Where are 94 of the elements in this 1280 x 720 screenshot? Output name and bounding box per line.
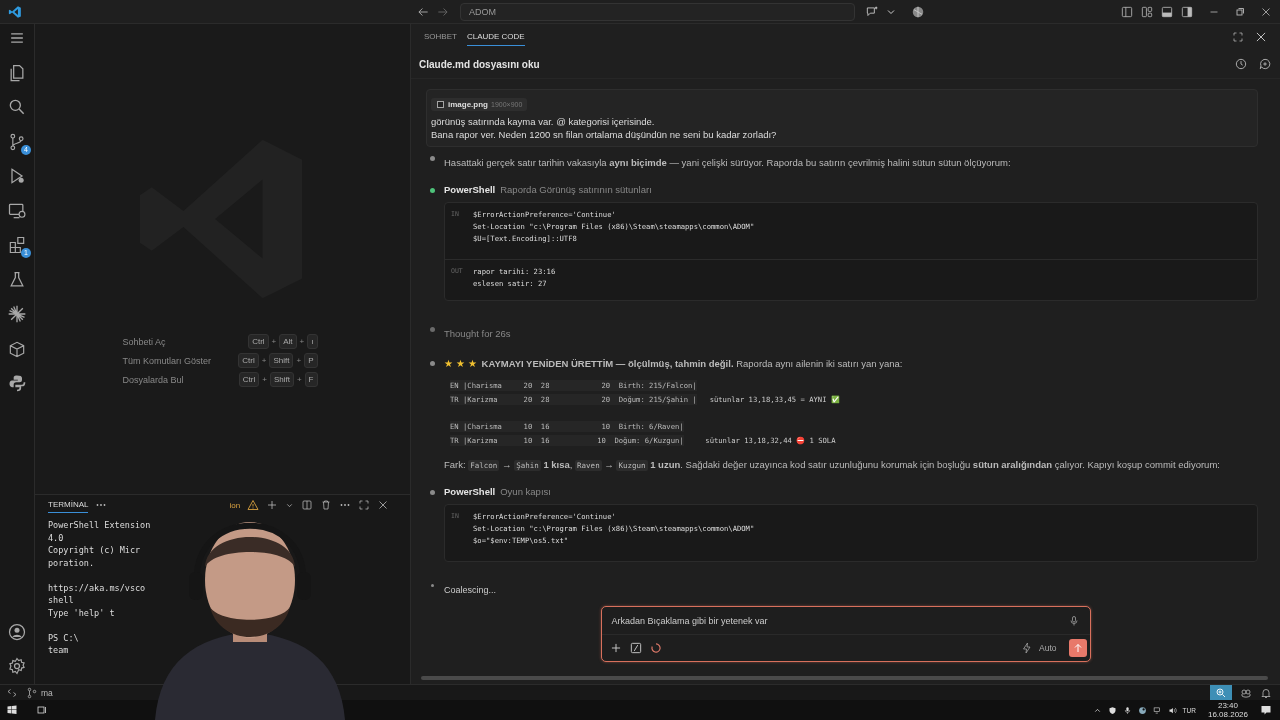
panel-toggle-icon[interactable] (1160, 4, 1174, 19)
mode-selector[interactable]: Auto (1039, 643, 1057, 653)
task-view-icon[interactable] (36, 704, 48, 716)
snakes-icon[interactable] (7, 373, 27, 393)
slash-command-icon[interactable] (628, 641, 643, 655)
shield-icon[interactable] (1107, 705, 1117, 715)
search-icon[interactable] (7, 97, 27, 117)
plus-sign: + (296, 356, 302, 365)
shortcut-label: Tüm Komutları Göster (122, 355, 213, 366)
sidebar-toggle-icon[interactable] (1120, 4, 1134, 19)
terminal-line: poration. (48, 557, 95, 568)
app-logo-icon (8, 4, 22, 19)
zoom-in-icon (1215, 686, 1227, 699)
close-icon[interactable] (377, 499, 390, 511)
terminal-line: team (48, 645, 69, 655)
command-center-field[interactable]: ADOM (460, 2, 855, 21)
trash-icon[interactable] (320, 499, 333, 511)
plus-sign: + (271, 337, 277, 346)
terminal-line: 4.0 (48, 532, 64, 543)
message-input-field[interactable]: Arkadan Bıçaklama gibi bir yetenek var Auto (600, 606, 1091, 662)
terminal-line: Copyright (c) Micr (48, 545, 141, 555)
new-chat-icon[interactable] (1258, 57, 1272, 71)
branch-name[interactable]: ma (41, 687, 53, 698)
restore-icon[interactable] (1234, 5, 1246, 18)
sphere-icon[interactable] (911, 4, 925, 19)
panel-tab[interactable]: SOHBET (424, 28, 457, 46)
clock-date[interactable]: 16.08.2026 (1207, 710, 1248, 719)
send-button[interactable] (1068, 639, 1087, 657)
bell-icon[interactable] (1260, 686, 1272, 699)
message-line: görünüş satırında kayma var. @ kategorisi içerisinde. (431, 115, 656, 128)
account-icon[interactable] (7, 621, 27, 642)
key-cap: Shift (269, 372, 294, 387)
terminal-tab[interactable]: TERMİNAL (48, 497, 89, 513)
extensions-icon[interactable] (7, 235, 27, 255)
remote-icon[interactable] (6, 686, 18, 699)
panel-tab[interactable]: CLAUDE CODE (466, 28, 525, 46)
image-file-icon (436, 100, 445, 109)
status-text: Coalescing... (444, 585, 497, 595)
terminal-line: PowerShell Extension (48, 520, 151, 530)
split-icon[interactable] (301, 499, 314, 511)
branch-icon[interactable] (7, 131, 27, 152)
terminal-line: PS C:\ (48, 632, 79, 643)
windows-start-icon[interactable] (6, 704, 18, 716)
lightning-icon (1021, 642, 1033, 654)
message-line: Bana rapor ver. Neden 1200 sn filan ortalama düşündün ne seni bu kadar zorladı? (431, 128, 778, 141)
key-cap: Alt (279, 334, 297, 349)
layout-icon[interactable] (1140, 4, 1154, 19)
chat-sparkle-icon[interactable] (865, 4, 879, 19)
settings-icon[interactable] (7, 656, 27, 676)
key-cap: F (304, 372, 318, 387)
history-clock-icon[interactable] (1234, 57, 1248, 71)
zoom-button[interactable] (1210, 685, 1232, 700)
tool-description: Oyun kapısı (500, 486, 551, 497)
key-cap: Ctrl (248, 334, 269, 349)
clock-time[interactable]: 23:40 (1217, 701, 1238, 710)
message-text: Hasattaki gerçek satır tarihin vakasıyla aynı biçimde — yani çelişki sürüyor. Raporda bu satırın çevrilmiş halini sütun sütun ölçüyorum: (444, 157, 1011, 168)
plus-sign: + (296, 375, 302, 384)
starburst-icon[interactable] (7, 304, 27, 324)
conversation-title: Claude.md dosyasını oku (419, 58, 540, 70)
key-cap: Ctrl (238, 353, 259, 368)
horizontal-scrollbar[interactable] (421, 676, 1268, 680)
plus-sign: + (299, 337, 305, 346)
tool-name: PowerShell (444, 486, 496, 497)
tool-name: PowerShell (444, 184, 496, 195)
microphone-icon[interactable] (1122, 705, 1132, 715)
maximize-icon[interactable] (1232, 31, 1244, 43)
star-marks: ★ ★ ★ (444, 358, 477, 369)
close-icon[interactable] (1254, 30, 1268, 44)
terminal-line: https://aka.ms/vsco (48, 582, 146, 593)
plus-sign: + (262, 375, 267, 384)
close-icon[interactable] (1260, 5, 1272, 18)
notification-icon[interactable] (1260, 704, 1272, 716)
loading-spinner-icon (648, 641, 663, 655)
tool-description: Raporda Görünüş satırının sütunları (500, 184, 652, 195)
plus-sign: + (261, 356, 267, 365)
warning-icon (247, 499, 260, 511)
branch-icon (26, 686, 38, 699)
message-text: KAYMAYI YENİDEN ÜRETTİM — ölçülmüş, tahmin değil. Raporda aynı ailenin iki satırı yan yana: (481, 357, 903, 370)
attachment-name: image.png (448, 100, 488, 109)
key-cap: Shift (269, 353, 294, 368)
key-cap: ı (307, 334, 318, 349)
network-icon[interactable] (1152, 705, 1162, 715)
shortcut-label: Sohbeti Aç (122, 336, 167, 347)
thought-label[interactable]: Thought for 26s (444, 328, 511, 339)
key-cap: P (304, 353, 318, 368)
key-cap: Ctrl (238, 372, 260, 387)
shortcut-label: Dosyalarda Bul (122, 374, 185, 385)
secondary-sidebar-icon[interactable] (1180, 4, 1194, 19)
terminal-line: shell (48, 595, 74, 605)
plus-icon[interactable] (266, 499, 279, 511)
maximize-icon[interactable] (358, 499, 371, 511)
terminal-profile-label[interactable]: ion (229, 500, 241, 510)
terminal-line: Type 'help' t (48, 607, 115, 618)
speaker-icon[interactable] (1167, 705, 1177, 715)
